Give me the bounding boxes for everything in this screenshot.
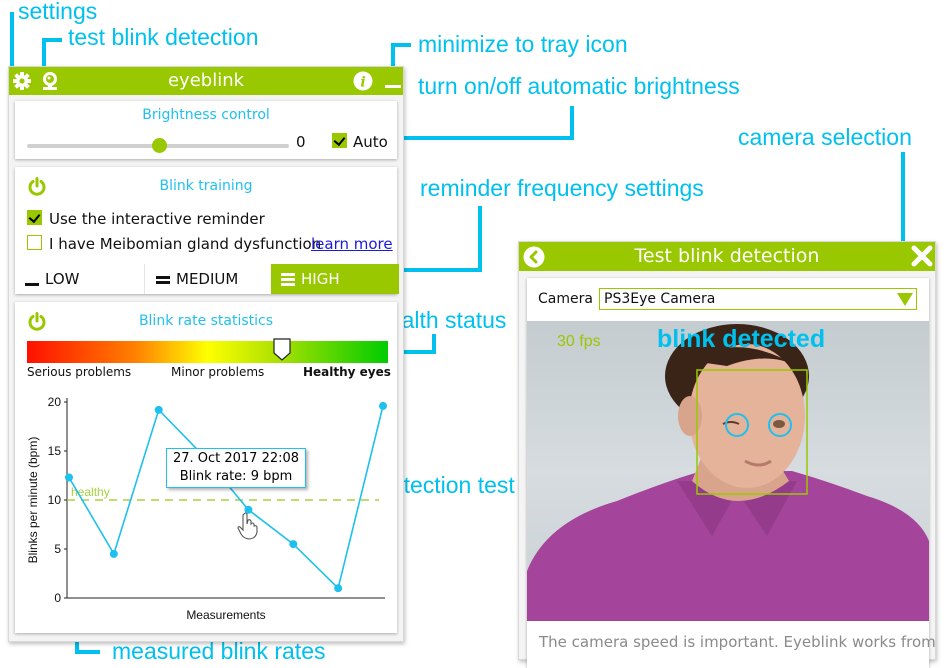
auto-brightness-label: Auto: [353, 133, 388, 151]
frequency-low-button[interactable]: LOW: [15, 264, 145, 294]
brightness-card: Brightness control 0 Auto: [15, 101, 397, 159]
health-marker: [273, 338, 291, 361]
data-point: [109, 549, 118, 558]
frequency-low-label: LOW: [45, 270, 80, 288]
y-axis-label: Blinks per minute (bpm): [26, 437, 40, 564]
tooltip-rate: Blink rate: 9 bpm: [179, 469, 293, 484]
annotation-measured-rates: measured blink rates: [112, 638, 326, 664]
brightness-title: Brightness control: [142, 107, 270, 123]
health-label-minor: Minor problems: [171, 365, 265, 379]
close-icon[interactable]: [911, 245, 933, 267]
health-label-serious: Serious problems: [27, 365, 132, 379]
x-axis-label: Measurements: [186, 608, 265, 622]
meibomian-label: I have Meibomian gland dysfunction: [49, 235, 322, 253]
annotation-line: [391, 43, 411, 47]
interactive-reminder-checkbox[interactable]: [27, 210, 42, 225]
title-bar: eyeblink i: [9, 67, 403, 95]
camera-card: Camera PS3Eye Camera 30 fps blink detect…: [527, 278, 936, 668]
info-icon[interactable]: i: [353, 71, 373, 91]
annotation-auto-brightness: turn on/off automatic brightness: [418, 73, 740, 99]
fps-readout: 30 fps: [557, 333, 601, 350]
svg-text:i: i: [360, 75, 365, 91]
annotation-line: [570, 106, 574, 140]
frequency-high-label: HIGH: [301, 270, 340, 288]
brightness-value: 0: [296, 133, 306, 151]
camera-label: Camera: [538, 291, 593, 307]
app-title: eyeblink: [167, 70, 245, 91]
data-point: [334, 584, 343, 593]
blink-rate-chart: 0 5 10 15 20 Measurements Blinks per minute (b…: [26, 395, 387, 622]
data-point: [154, 405, 163, 414]
brightness-slider-thumb[interactable]: [152, 138, 167, 153]
camera-select[interactable]: PS3Eye Camera: [599, 288, 917, 310]
data-point: [289, 540, 298, 549]
annotation-line: [42, 38, 62, 42]
chart-tooltip: 27. Oct 2017 22:08 Blink rate: 9 bpm: [166, 448, 306, 488]
blink-training-title: Blink training: [159, 178, 253, 194]
y-tick-label: 15: [48, 444, 62, 458]
test-blink-window: Test blink detection Camera PS3Eye Camer…: [518, 241, 936, 668]
frequency-high-button[interactable]: HIGH: [271, 264, 399, 294]
frequency-medium-button[interactable]: MEDIUM: [146, 264, 270, 294]
annotation-minimize: minimize to tray icon: [418, 31, 628, 57]
annotation-test-blink: test blink detection: [68, 24, 259, 50]
main-window: eyeblink i Brightness control 0 Auto Bli…: [8, 66, 404, 642]
y-tick-label: 10: [48, 493, 62, 507]
tooltip-date: 27. Oct 2017 22:08: [172, 451, 300, 466]
data-point: [379, 401, 387, 410]
health-label-healthy: Healthy eyes: [303, 365, 391, 379]
learn-more-link[interactable]: learn more: [311, 235, 393, 253]
hand-cursor-icon: [237, 512, 258, 540]
test-title-bar: Test blink detection: [519, 242, 935, 271]
high-icon: [281, 272, 295, 286]
test-window-title: Test blink detection: [634, 245, 820, 267]
health-gradient-bar: [27, 341, 388, 363]
camera-frame-image: [527, 324, 929, 621]
blink-training-card: Blink training Use the interactive remin…: [15, 167, 399, 294]
medium-icon: [156, 276, 170, 284]
y-tick-label: 0: [54, 591, 61, 605]
annotation-camera-selection: camera selection: [738, 124, 912, 150]
interactive-reminder-label: Use the interactive reminder: [49, 210, 265, 228]
annotation-reminder-frequency: reminder frequency settings: [420, 175, 704, 201]
blink-rate-series-line: [68, 405, 384, 590]
y-tick-label: 5: [54, 542, 61, 556]
low-icon: [25, 282, 39, 286]
camera-caption: The camera speed is important. Eyeblink …: [539, 633, 936, 651]
annotation-settings: settings: [18, 0, 98, 24]
frequency-medium-label: MEDIUM: [176, 270, 239, 288]
statistics-title: Blink rate statistics: [138, 313, 274, 329]
auto-brightness-checkbox[interactable]: [332, 133, 347, 148]
annotation-line: [75, 650, 100, 654]
camera-preview: 30 fps blink detected: [527, 321, 929, 621]
minimize-icon[interactable]: [383, 71, 403, 91]
dropdown-arrow-icon[interactable]: [897, 293, 913, 306]
y-tick-label: 20: [48, 395, 62, 409]
data-point: [65, 473, 73, 482]
camera-select-value: PS3Eye Camera: [604, 291, 716, 307]
meibomian-checkbox[interactable]: [27, 235, 42, 250]
blink-status: blink detected: [657, 325, 826, 353]
annotation-line: [478, 206, 482, 272]
